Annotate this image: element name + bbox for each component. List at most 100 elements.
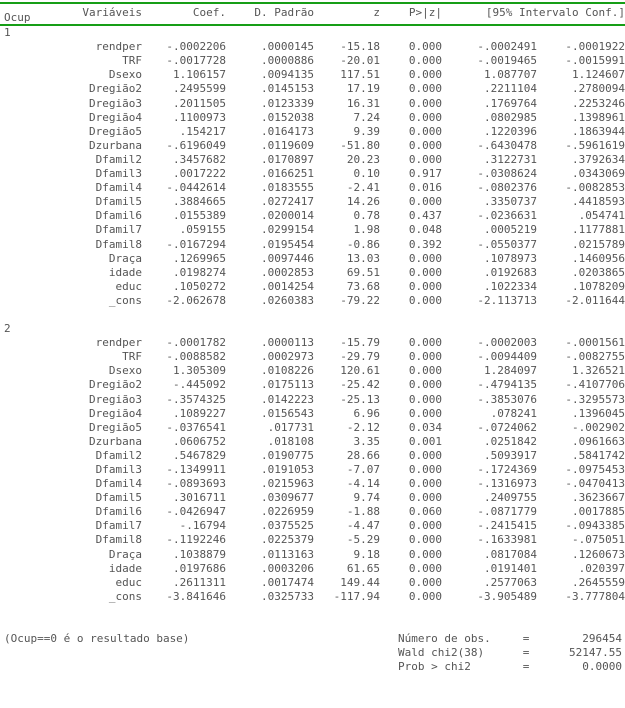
cell-z: 61.65 xyxy=(346,561,380,575)
table-row: Dsexo 1.305309 .0108226 120.61 0.000 1.284097… xyxy=(0,364,625,378)
cell-variable: _cons xyxy=(108,589,142,603)
cell-ci-upper: -.0015991 xyxy=(565,54,625,68)
cell-ci-upper: -2.011644 xyxy=(565,293,625,307)
cell-ci-lower: -.0002491 xyxy=(477,40,537,54)
cell-z: 6.96 xyxy=(353,406,381,420)
cell-coefficient: 1.305309 xyxy=(173,364,226,378)
cell-ci-upper: .1398961 xyxy=(572,110,625,124)
cell-z: -1.88 xyxy=(346,505,380,519)
cell-ci-lower: .1769764 xyxy=(484,96,537,110)
cell-variable: Dzurbana xyxy=(89,434,142,448)
cell-coefficient: -.1192246 xyxy=(166,533,226,547)
cell-pvalue: 0.000 xyxy=(408,138,442,152)
cell-ci-lower: .2409755 xyxy=(484,491,537,505)
cell-ci-upper: 1.326521 xyxy=(572,364,625,378)
cell-std-error: .0000886 xyxy=(261,54,314,68)
cell-coefficient: -.0893693 xyxy=(166,477,226,491)
table-row: Dregião5 -.0376541 .017731 -2.12 0.034 -.0724… xyxy=(0,421,625,435)
table-row: Dfamil5 .3884665 .0272417 14.26 0.000 .335073… xyxy=(0,195,625,209)
cell-std-error: .0094135 xyxy=(261,68,314,82)
cell-std-error: .0017474 xyxy=(261,575,314,589)
cell-ci-lower: .1220396 xyxy=(484,124,537,138)
table-row: Dfamil2 .3457682 .0170897 20.23 0.000 .312273… xyxy=(0,153,625,167)
cell-variable: Dsexo xyxy=(108,364,142,378)
table-row: Draça .1269965 .0097446 13.03 0.000 .1078973.… xyxy=(0,252,625,266)
cell-ci-upper: .1260673 xyxy=(572,547,625,561)
cell-pvalue: 0.000 xyxy=(408,336,442,350)
cell-ci-upper: .0961663 xyxy=(572,434,625,448)
table-row: rendper -.0002206 .0000145 -15.18 0.000 -.000… xyxy=(0,40,625,54)
cell-pvalue: 0.000 xyxy=(408,279,442,293)
cell-pvalue: 0.000 xyxy=(408,96,442,110)
cell-ci-lower: .3122731 xyxy=(484,152,537,166)
cell-ci-upper: .0203865 xyxy=(572,265,625,279)
cell-ci-upper: .0215789 xyxy=(572,237,625,251)
cell-ci-lower: .2577063 xyxy=(484,575,537,589)
cell-ci-lower: .0802985 xyxy=(484,110,537,124)
cell-coefficient: .0155389 xyxy=(173,209,226,223)
cell-ci-lower: .078241 xyxy=(490,406,537,420)
cell-std-error: .0299154 xyxy=(261,223,314,237)
stat-value: 296454 xyxy=(582,631,622,645)
cell-variable: Dregião3 xyxy=(89,96,142,110)
cell-variable: Dfamil3 xyxy=(95,463,142,476)
cell-pvalue: 0.000 xyxy=(408,575,442,589)
base-outcome-note: (Ocup==0 é o resultado base) xyxy=(4,631,190,645)
cell-variable: idade xyxy=(108,265,142,279)
cell-ci-lower: -.0871779 xyxy=(477,505,537,519)
cell-ci-upper: -.4107706 xyxy=(565,378,625,392)
cell-std-error: .0014254 xyxy=(261,279,314,293)
table-row: Dfamil4 -.0442614 .0183555 -2.41 0.016 -.0802… xyxy=(0,181,625,195)
cell-pvalue: 0.000 xyxy=(408,110,442,124)
cell-ci-lower: -.0308624 xyxy=(477,167,537,181)
cell-z: 7.24 xyxy=(353,110,381,124)
cell-coefficient: .3884665 xyxy=(173,195,226,209)
cell-coefficient: .2011505 xyxy=(173,96,226,110)
cell-z: 149.44 xyxy=(340,575,380,589)
cell-z: 3.35 xyxy=(353,434,381,448)
cell-variable: Dfamil8 xyxy=(95,237,142,251)
cell-z: -25.42 xyxy=(340,378,380,392)
cell-z: -15.79 xyxy=(340,336,380,350)
table-row: Dregião4 .1100973 .0152038 7.24 0.000 .080298… xyxy=(0,111,625,125)
cell-variable: Dfamil6 xyxy=(95,505,142,519)
cell-ci-lower: 1.284097 xyxy=(484,364,537,378)
cell-pvalue: 0.000 xyxy=(408,293,442,307)
cell-ci-lower: -.0236631 xyxy=(477,209,537,223)
cell-coefficient: -.0376541 xyxy=(166,420,226,434)
cell-std-error: .0175113 xyxy=(261,378,314,392)
cell-variable: _cons xyxy=(108,293,142,307)
cell-coefficient: -.0002206 xyxy=(166,40,226,54)
table-row: Dregião2 .2495599 .0145153 17.19 0.000 .22111… xyxy=(0,82,625,96)
cell-pvalue: 0.917 xyxy=(408,167,442,181)
cell-pvalue: 0.437 xyxy=(408,209,442,223)
cell-coefficient: .5467829 xyxy=(173,448,226,462)
cell-coefficient: .0197686 xyxy=(173,561,226,575)
cell-ci-lower: -2.113713 xyxy=(477,293,537,307)
cell-std-error: .0164173 xyxy=(261,124,314,138)
cell-variable: Dfamil6 xyxy=(95,209,142,223)
cell-std-error: .0225379 xyxy=(261,533,314,547)
cell-ci-lower: 1.087707 xyxy=(484,68,537,82)
cell-z: 14.26 xyxy=(346,195,380,209)
cell-coefficient: -.16794 xyxy=(179,519,226,533)
cell-std-error: .0226959 xyxy=(261,505,314,519)
cell-std-error: .0119609 xyxy=(261,138,314,152)
cell-z: -2.41 xyxy=(346,181,380,195)
table-row: _cons -2.062678 .0260383 -79.22 0.000 -2.1137… xyxy=(0,294,625,308)
cell-pvalue: 0.000 xyxy=(408,561,442,575)
cell-z: 9.39 xyxy=(353,124,381,138)
cell-z: -20.01 xyxy=(340,54,380,68)
stat-line: Prob > chi2 = 0.0000 xyxy=(398,660,622,674)
cell-coefficient: .1050272 xyxy=(173,279,226,293)
cell-ci-upper: .1863944 xyxy=(572,124,625,138)
cell-ci-upper: .054741 xyxy=(578,209,625,223)
cell-coefficient: 1.106157 xyxy=(173,68,226,82)
cell-pvalue: 0.016 xyxy=(408,181,442,195)
cell-variable: Dregião4 xyxy=(89,110,142,124)
cell-variable: rendper xyxy=(95,336,142,350)
cell-ci-upper: .3623667 xyxy=(572,491,625,505)
cell-ci-lower: .0251842 xyxy=(484,434,537,448)
cell-std-error: .0375525 xyxy=(261,519,314,533)
